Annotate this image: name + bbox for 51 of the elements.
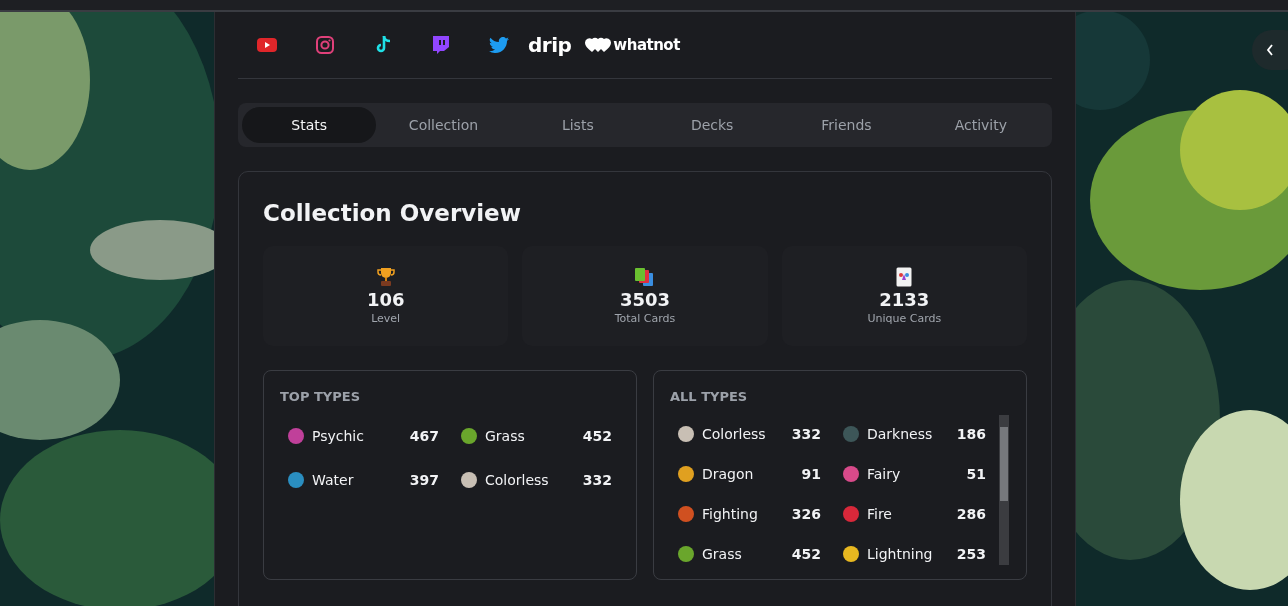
type-count: 467 [409,428,439,444]
type-count: 397 [409,472,439,488]
type-name: Colorless [702,426,767,442]
camera-icon[interactable] [316,36,334,54]
tab[interactable]: Stats [242,107,377,143]
type-name: Grass [702,546,743,562]
stat-label: Total Cards [614,312,676,325]
type-count: 452 [791,546,821,562]
stat-value: 2133 [879,289,930,310]
stat-value: 106 [366,289,405,310]
panel-title: ALL TYPES [670,389,749,404]
chat-icon[interactable] [432,35,450,55]
type-name: Water [312,472,355,488]
stat-label: Unique Cards [867,312,942,325]
type-name: Darkness [867,426,934,442]
type-count: 51 [966,466,986,482]
chevron-left-icon [1266,44,1274,56]
tab[interactable]: Activity [913,107,1048,143]
type-count: 286 [956,506,986,522]
music-note-icon[interactable] [374,35,392,55]
type-count: 326 [791,506,821,522]
type-name: Psychic [312,428,365,444]
type-count: 91 [801,466,821,482]
drip-logo[interactable]: drip [528,33,572,57]
playing-card-icon [896,267,913,287]
type-count: 186 [956,426,986,442]
type-count: 332 [791,426,821,442]
play-icon[interactable] [257,38,277,52]
type-name: Fighting [702,506,759,522]
tab[interactable]: Collection [376,107,511,143]
type-name: Fire [867,506,893,522]
stat-value: 3503 [619,289,671,310]
whatnot-logo[interactable]: whatnot [585,36,680,54]
tab[interactable]: Friends [779,107,914,143]
type-name: Fairy [867,466,902,482]
tab[interactable]: Lists [510,107,645,143]
type-count: 332 [582,472,612,488]
section-title: Collection Overview [263,200,522,226]
scrollbar[interactable] [999,415,1009,565]
type-name: Colorless [485,472,550,488]
type-count: 253 [956,546,986,562]
trophy-icon [376,267,395,287]
bird-icon[interactable] [489,37,509,53]
panel-title: TOP TYPES [280,389,362,404]
type-name: Dragon [702,466,755,482]
cards-icon [634,267,656,287]
type-count: 452 [582,428,612,444]
tab[interactable]: Decks [645,107,780,143]
stat-label: Level [371,312,401,325]
type-name: Lightning [867,546,934,562]
type-name: Grass [485,428,526,444]
